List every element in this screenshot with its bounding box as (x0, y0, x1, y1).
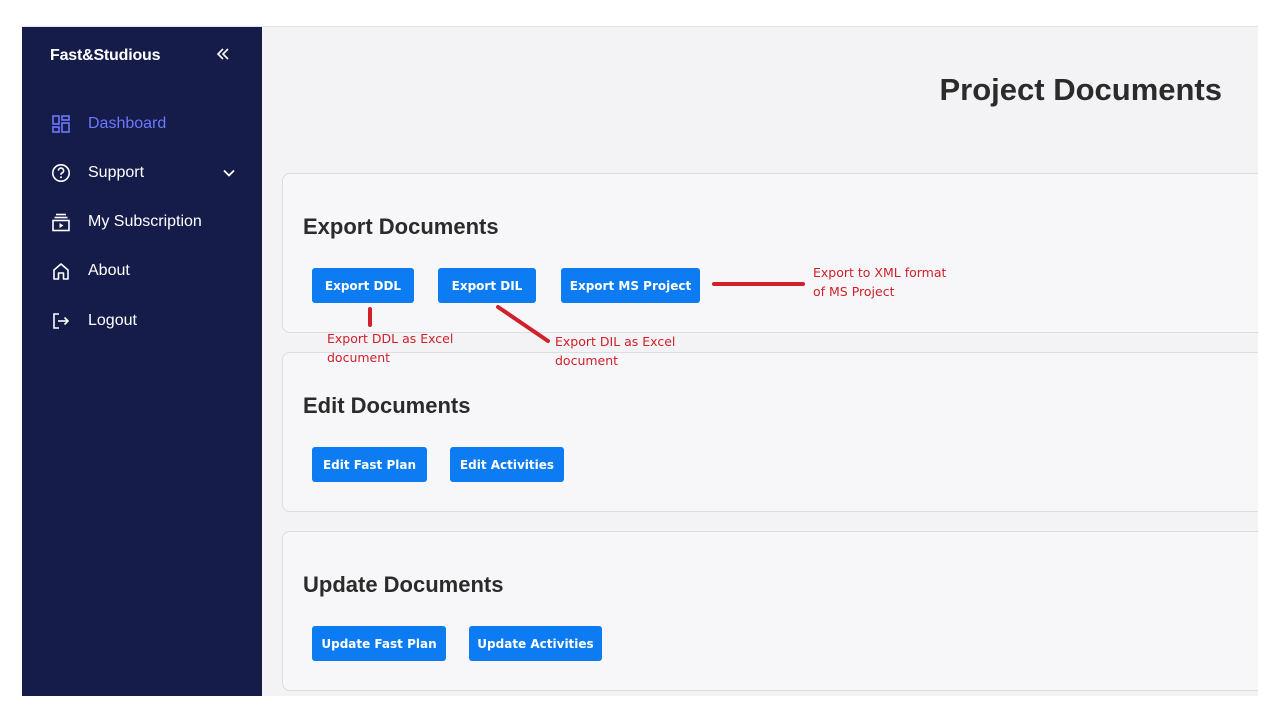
sidebar-item-support[interactable]: Support (50, 160, 240, 186)
sidebar-item-label: Logout (88, 312, 137, 329)
help-circle-icon (50, 162, 72, 184)
export-documents-card: Export Documents Export DDL Export DIL E… (282, 173, 1258, 333)
sidebar-item-label: Support (88, 164, 145, 181)
logout-icon (50, 310, 72, 332)
sidebar-item-about[interactable]: About (50, 258, 240, 284)
export-ddl-button[interactable]: Export DDL (312, 268, 414, 303)
ddl-callout-line (368, 307, 372, 327)
section-title: Export Documents (303, 214, 499, 239)
edit-activities-button[interactable]: Edit Activities (450, 447, 564, 482)
ms-project-callout-line (712, 282, 805, 286)
dil-annotation: Export DIL as Excel document (555, 334, 676, 368)
ms-project-annotation: Export to XML format of MS Project (813, 265, 947, 299)
edit-fast-plan-button[interactable]: Edit Fast Plan (312, 447, 427, 482)
sidebar: Fast&Studious Dashboard Support My Subsc… (22, 27, 262, 696)
home-icon (50, 260, 72, 282)
edit-documents-card: Edit Documents Edit Fast Plan Edit Activ… (282, 352, 1258, 512)
section-title: Edit Documents (303, 393, 471, 418)
sidebar-item-logout[interactable]: Logout (50, 308, 240, 334)
update-documents-card: Update Documents Update Fast Plan Update… (282, 531, 1258, 691)
dashboard-grid-icon (50, 113, 72, 135)
sidebar-item-dashboard[interactable]: Dashboard (50, 111, 240, 137)
export-dil-button[interactable]: Export DIL (438, 268, 536, 303)
sidebar-item-my-subscription[interactable]: My Subscription (50, 209, 240, 235)
sidebar-item-label: Dashboard (88, 115, 167, 132)
sidebar-item-label: About (88, 262, 130, 279)
double-chevron-left-icon (216, 48, 229, 60)
section-title: Update Documents (303, 572, 504, 597)
collapse-sidebar-button[interactable] (212, 43, 234, 65)
export-ms-project-button[interactable]: Export MS Project (561, 268, 700, 303)
ddl-annotation: Export DDL as Excel document (327, 331, 454, 365)
chevron-down-icon[interactable] (218, 162, 240, 184)
subscription-play-icon (50, 211, 72, 233)
page-title: Project Documents (939, 72, 1222, 107)
update-activities-button[interactable]: Update Activities (469, 626, 602, 661)
app-window: Fast&Studious Dashboard Support My Subsc… (22, 26, 1258, 696)
dil-callout-line (496, 305, 550, 343)
sidebar-item-label: My Subscription (88, 213, 202, 230)
update-fast-plan-button[interactable]: Update Fast Plan (312, 626, 446, 661)
brand-name: Fast&Studious (50, 47, 161, 64)
